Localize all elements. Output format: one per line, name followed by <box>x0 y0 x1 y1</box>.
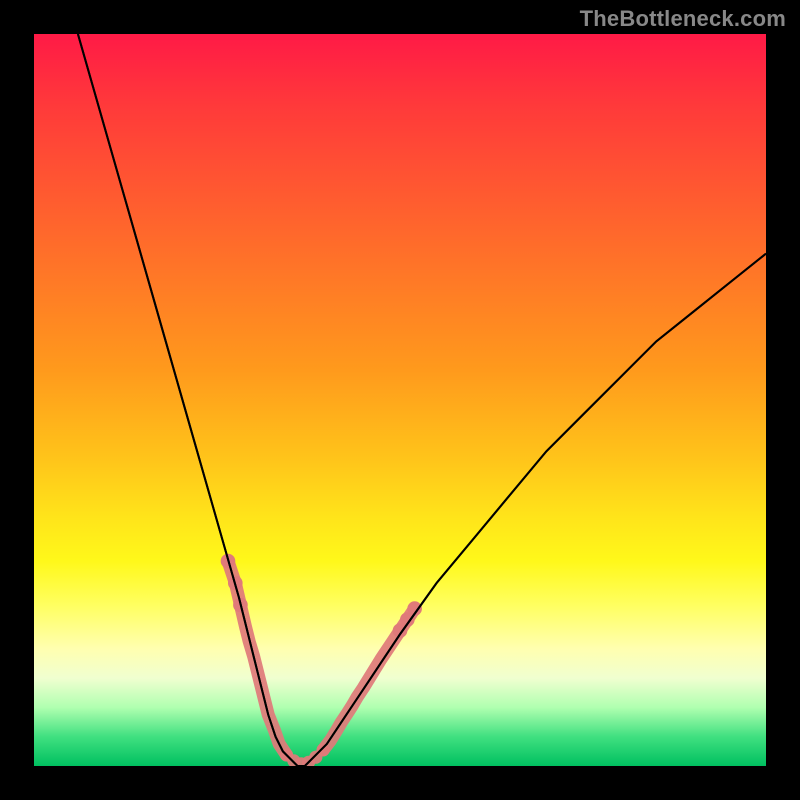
plot-area <box>34 34 766 766</box>
curve-svg <box>34 34 766 766</box>
chart-frame: TheBottleneck.com <box>0 0 800 800</box>
watermark-text: TheBottleneck.com <box>580 6 786 32</box>
bottleneck-curve <box>78 34 766 766</box>
markers-group <box>221 554 422 766</box>
bottleneck-curve <box>78 34 766 766</box>
